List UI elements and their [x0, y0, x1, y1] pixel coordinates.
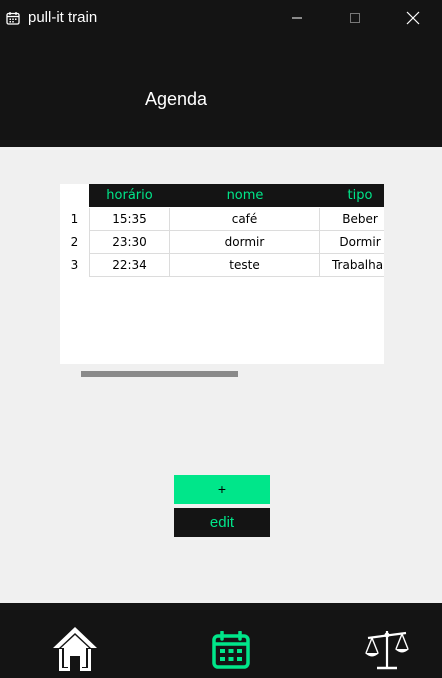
agenda-table[interactable]: horário nome tipo 1 15:35 café Beber 2 2…	[60, 184, 384, 364]
bottom-nav	[0, 603, 442, 678]
table-cell-nome[interactable]: teste	[170, 254, 320, 277]
minimize-icon	[292, 17, 302, 19]
table-cell-nome[interactable]: dormir	[170, 231, 320, 254]
add-button[interactable]: +	[174, 475, 270, 504]
column-header-nome[interactable]: nome	[170, 184, 320, 207]
minimize-button[interactable]	[274, 0, 320, 36]
row-index[interactable]: 2	[60, 231, 89, 254]
row-index[interactable]: 3	[60, 254, 89, 277]
page-header: Agenda	[0, 36, 442, 147]
home-icon	[53, 627, 97, 671]
table-cell-horario[interactable]: 15:35	[89, 208, 170, 231]
maximize-button[interactable]	[332, 0, 378, 36]
close-icon	[406, 11, 420, 25]
column-header-tipo[interactable]: tipo	[320, 184, 384, 207]
page-title: Agenda	[145, 89, 208, 109]
table-cell-horario[interactable]: 23:30	[89, 231, 170, 254]
edit-button[interactable]: edit	[174, 508, 270, 537]
table-cell-tipo[interactable]: Dormir	[320, 231, 384, 254]
table-cell-tipo[interactable]: Beber	[320, 208, 384, 231]
table-cell-nome[interactable]: café	[170, 208, 320, 231]
nav-agenda[interactable]	[212, 630, 250, 674]
table-cell-tipo[interactable]: Trabalhar	[320, 254, 384, 277]
row-index[interactable]: 1	[60, 208, 89, 231]
window-title: pull-it train	[28, 9, 98, 26]
table-cell-horario[interactable]: 22:34	[89, 254, 170, 277]
balance-scale-icon	[365, 631, 409, 670]
title-bar: pull-it train	[0, 0, 442, 36]
close-button[interactable]	[390, 0, 436, 36]
nav-home[interactable]	[52, 625, 98, 676]
column-header-horario[interactable]: horário	[89, 184, 170, 207]
maximize-icon	[350, 13, 360, 23]
calendar-icon	[212, 630, 250, 669]
horizontal-scrollbar[interactable]	[81, 371, 238, 377]
calendar-app-icon	[6, 12, 20, 25]
nav-balance[interactable]	[364, 629, 410, 676]
